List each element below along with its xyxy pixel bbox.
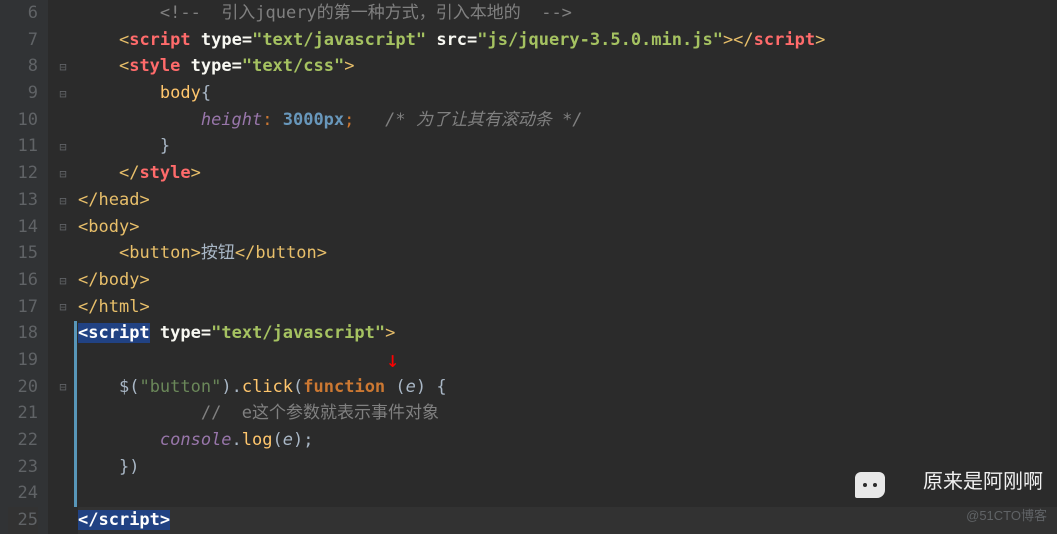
code-line[interactable]: </head>	[78, 187, 1057, 214]
line-number: 13	[8, 187, 38, 214]
caret-indicator	[74, 321, 77, 507]
line-number: 19	[8, 347, 38, 374]
code-line[interactable]: </style>	[78, 160, 1057, 187]
code-line[interactable]: }	[78, 133, 1057, 160]
code-content[interactable]: ⊟ ⊟ ⊟ ⊟ ⊟ ⊟ ⊟ ⊟ ⊟ <!-- 引入jquery的第一种方式，引入…	[48, 0, 1057, 534]
fold-icon[interactable]: ⊟	[56, 54, 70, 81]
line-number: 22	[8, 427, 38, 454]
fold-icon[interactable]: ⊟	[56, 81, 70, 108]
line-number: 11	[8, 133, 38, 160]
line-number: 9	[8, 80, 38, 107]
code-line[interactable]: height: 3000px; /* 为了让其有滚动条 */	[78, 107, 1057, 134]
code-editor[interactable]: 6 7 8 9 10 11 12 13 14 15 16 17 18 19 20…	[0, 0, 1057, 534]
line-number: 25	[8, 507, 38, 534]
watermark-author: 原来是阿刚啊	[923, 469, 1043, 496]
fold-icon[interactable]: ⊟	[56, 214, 70, 241]
fold-icon[interactable]: ⊟	[56, 268, 70, 295]
code-line[interactable]: body{	[78, 80, 1057, 107]
line-number: 8	[8, 53, 38, 80]
comment: <!-- 引入jquery的第一种方式，引入本地的 -->	[160, 3, 572, 23]
fold-icon[interactable]: ⊟	[56, 294, 70, 321]
line-number: 6	[8, 0, 38, 27]
watermark-source: @51CTO博客	[966, 503, 1047, 530]
line-number: 17	[8, 294, 38, 321]
line-number: 23	[8, 454, 38, 481]
code-line[interactable]: </body>	[78, 267, 1057, 294]
code-line[interactable]	[78, 347, 1057, 374]
code-line[interactable]: // e这个参数就表示事件对象	[78, 400, 1057, 427]
line-number: 12	[8, 160, 38, 187]
highlighted-tag: <script	[78, 323, 150, 343]
line-number: 16	[8, 267, 38, 294]
code-line[interactable]: <style type="text/css">	[78, 53, 1057, 80]
line-number: 20	[8, 374, 38, 401]
highlighted-tag: </script>	[78, 510, 170, 530]
code-line[interactable]: console.log(e);	[78, 427, 1057, 454]
line-number: 15	[8, 240, 38, 267]
fold-icon[interactable]: ⊟	[56, 134, 70, 161]
fold-column: ⊟ ⊟ ⊟ ⊟ ⊟ ⊟ ⊟ ⊟ ⊟	[48, 0, 76, 534]
fold-icon[interactable]: ⊟	[56, 188, 70, 215]
line-number-gutter: 6 7 8 9 10 11 12 13 14 15 16 17 18 19 20…	[0, 0, 48, 534]
code-line[interactable]	[78, 480, 1057, 507]
line-number: 10	[8, 107, 38, 134]
code-line[interactable]: <script type="text/javascript">	[78, 320, 1057, 347]
line-number: 18	[8, 320, 38, 347]
code-line[interactable]: $("button").click(function (e) {	[78, 374, 1057, 401]
code-line[interactable]: <button>按钮</button>	[78, 240, 1057, 267]
code-line[interactable]: <script type="text/javascript" src="js/j…	[78, 27, 1057, 54]
line-number: 14	[8, 214, 38, 241]
code-line[interactable]: </html>	[78, 294, 1057, 321]
code-line[interactable]: <body>	[78, 214, 1057, 241]
fold-icon[interactable]: ⊟	[56, 161, 70, 188]
line-number: 7	[8, 27, 38, 54]
annotation-arrow-icon: ↓	[386, 348, 399, 375]
code-line[interactable]: })	[78, 454, 1057, 481]
line-number: 24	[8, 480, 38, 507]
code-line[interactable]: <!-- 引入jquery的第一种方式，引入本地的 -->	[78, 0, 1057, 27]
line-number: 21	[8, 400, 38, 427]
fold-icon[interactable]: ⊟	[56, 374, 70, 401]
wechat-icon	[855, 472, 885, 498]
code-line-current[interactable]: </script>	[78, 507, 1057, 534]
